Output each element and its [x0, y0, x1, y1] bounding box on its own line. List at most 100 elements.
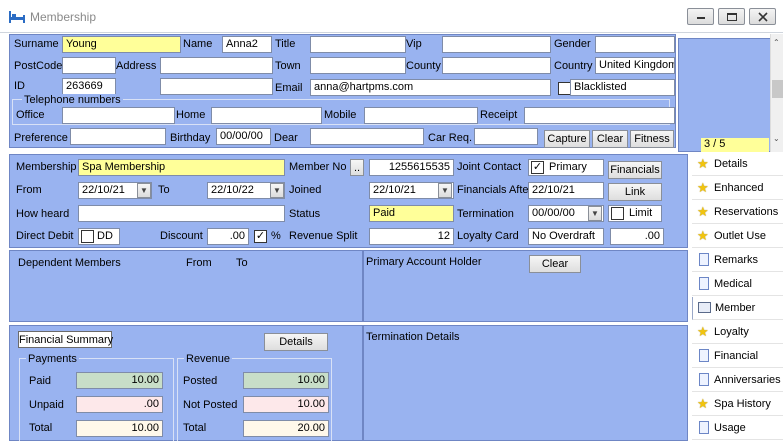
country-field[interactable]: United Kingdom	[595, 57, 675, 74]
birthday-label: Birthday	[170, 132, 211, 144]
preference-field[interactable]	[70, 128, 166, 145]
from-date-dropdown[interactable]: ▼	[137, 183, 151, 198]
termination-details-panel[interactable]: Termination Details	[363, 325, 688, 441]
fitness-button[interactable]: Fitness	[630, 130, 674, 148]
county-field[interactable]	[442, 57, 551, 74]
how-heard-label: How heard	[16, 208, 70, 220]
nav-item-label: Enhanced	[714, 182, 764, 194]
membership-field[interactable]: Spa Membership	[78, 159, 285, 176]
name-label: Name	[183, 38, 213, 50]
joined-date-dropdown[interactable]: ▼	[438, 183, 452, 198]
title-field[interactable]	[310, 36, 406, 53]
nav-item-spa-history[interactable]: ★ Spa History	[692, 393, 783, 416]
dependent-members-panel[interactable]: Dependent Members From To	[9, 250, 363, 322]
percent-checkbox[interactable]: ✓	[254, 230, 267, 243]
scroll-up-icon[interactable]: ⌃	[773, 38, 780, 47]
address-field[interactable]	[160, 57, 273, 74]
financials-button[interactable]: Financials	[608, 161, 662, 179]
member-no-label: Member No	[289, 161, 347, 173]
nav-item-label: Loyalty	[714, 326, 749, 338]
dear-field[interactable]	[310, 128, 424, 145]
home-label: Home	[176, 109, 206, 121]
minimize-icon	[697, 17, 705, 19]
termination-date-dropdown[interactable]: ▼	[588, 206, 602, 221]
star-icon: ★	[697, 228, 709, 243]
postcode-field[interactable]	[62, 57, 116, 74]
capture-button[interactable]: Capture	[544, 130, 590, 148]
link-button[interactable]: Link	[608, 183, 662, 201]
gender-label: Gender	[554, 38, 591, 50]
nav-item-remarks[interactable]: Remarks	[692, 249, 783, 272]
dear-label: Dear	[274, 132, 298, 144]
nav-item-reservations[interactable]: ★ Reservations	[692, 201, 783, 224]
nav-item-enhanced[interactable]: ★ Enhanced	[692, 177, 783, 200]
nav-item-anniversaries[interactable]: Anniversaries	[692, 369, 783, 392]
maximize-button[interactable]	[718, 8, 745, 25]
status-label: Status	[289, 208, 321, 220]
primary-account-holder-label: Primary Account Holder	[366, 256, 482, 268]
name-field[interactable]: Anna2	[222, 36, 272, 53]
financials-after-label: Financials Afte	[457, 184, 529, 196]
financials-after-field[interactable]: 22/10/21	[528, 182, 604, 199]
close-button[interactable]	[749, 8, 776, 25]
photo-box[interactable]	[678, 38, 771, 152]
status-field[interactable]: Paid	[369, 205, 454, 222]
nav-item-loyalty[interactable]: ★ Loyalty	[692, 321, 783, 344]
revenue-group-title: Revenue	[184, 353, 233, 365]
to-date-dropdown[interactable]: ▼	[270, 183, 284, 198]
revenue-split-field[interactable]: 12	[369, 228, 454, 245]
nav-item-label: Spa History	[714, 398, 771, 410]
financial-summary-button[interactable]: Financial Summary	[18, 331, 113, 348]
birthday-field[interactable]: 00/00/00	[216, 128, 271, 145]
address-label: Address	[116, 60, 157, 72]
id-label: ID	[14, 80, 25, 92]
nav-item-details[interactable]: ★ Details	[692, 153, 783, 176]
nav-item-member[interactable]: Member	[692, 297, 783, 320]
primary-checkbox[interactable]: ✓	[531, 161, 544, 174]
not-posted-amount: 10.00	[243, 396, 329, 413]
loyalty-amount-field[interactable]: .00	[610, 228, 664, 245]
surname-label: Surname	[14, 38, 59, 50]
loyalty-card-field[interactable]: No Overdraft	[528, 228, 604, 245]
nav-item-financial[interactable]: Financial	[692, 345, 783, 368]
direct-debit-checkbox[interactable]	[81, 230, 94, 243]
country-label: Country	[554, 60, 593, 72]
document-icon	[699, 421, 709, 434]
primary-holder-clear-button[interactable]: Clear	[529, 255, 581, 273]
car-req-field[interactable]	[474, 128, 538, 145]
nav-item-usage[interactable]: Usage	[692, 417, 783, 440]
dependent-members-header: Dependent Members	[18, 257, 121, 269]
member-no-lookup-button[interactable]: ..	[350, 159, 364, 176]
home-phone-field[interactable]	[211, 107, 322, 124]
office-phone-field[interactable]	[62, 107, 175, 124]
clear-photo-button[interactable]: Clear	[592, 130, 628, 148]
email-field[interactable]: anna@hartpms.com	[310, 79, 551, 96]
scrollbar-thumb[interactable]	[772, 80, 783, 98]
how-heard-field[interactable]	[78, 205, 285, 222]
vip-field[interactable]	[442, 36, 551, 53]
minimize-button[interactable]	[687, 8, 714, 25]
limit-checkbox[interactable]	[611, 207, 624, 220]
loyalty-card-label: Loyalty Card	[457, 230, 519, 242]
discount-label: Discount	[160, 230, 203, 242]
photo-scrollbar[interactable]: ⌃ ⌄	[770, 34, 783, 152]
nav-item-medical[interactable]: Medical	[692, 273, 783, 296]
payments-total-label: Total	[29, 422, 53, 434]
id-field[interactable]: 263669	[62, 78, 116, 95]
scroll-down-icon[interactable]: ⌄	[773, 134, 780, 143]
mobile-phone-field[interactable]	[364, 107, 478, 124]
postcode-label: PostCode	[14, 60, 63, 72]
surname-field[interactable]: Young	[62, 36, 181, 53]
paid-label: Paid	[29, 375, 52, 387]
member-no-field[interactable]: 1255615535	[369, 159, 454, 176]
address-line-2-field[interactable]	[160, 78, 273, 95]
receipt-field[interactable]	[524, 107, 675, 124]
payments-group-title: Payments	[26, 353, 79, 365]
nav-item-outlet-use[interactable]: ★ Outlet Use	[692, 225, 783, 248]
financial-details-button[interactable]: Details	[264, 333, 328, 351]
discount-field[interactable]: .00	[207, 228, 249, 245]
not-posted-label: Not Posted	[183, 399, 238, 411]
gender-field[interactable]	[595, 36, 675, 53]
town-field[interactable]	[310, 57, 406, 74]
nav-item-label: Outlet Use	[714, 230, 766, 242]
